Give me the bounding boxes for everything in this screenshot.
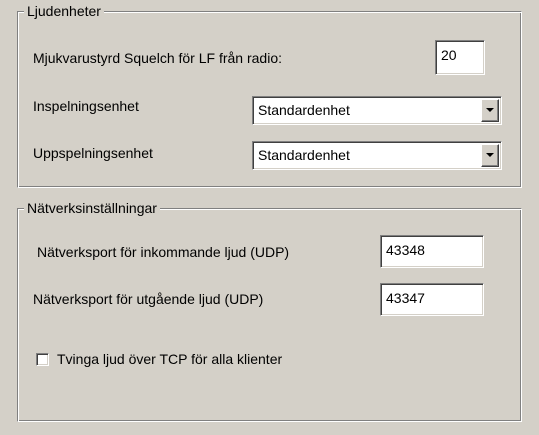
squelch-label: Mjukvarustyrd Squelch för LF från radio: <box>33 50 282 66</box>
squelch-input[interactable]: 20 <box>435 40 485 75</box>
playback-device-value: Standardenhet <box>258 147 350 163</box>
playback-device-dropdown-button[interactable] <box>481 144 499 167</box>
force-tcp-label[interactable]: Tvinga ljud över TCP för alla klienter <box>57 349 282 369</box>
audio-devices-title: Ljudenheter <box>24 2 104 20</box>
chevron-down-icon <box>486 108 494 112</box>
network-settings-title: Nätverksinställningar <box>24 199 160 217</box>
playback-device-label: Uppspelningsenhet <box>33 145 153 161</box>
playback-device-select[interactable]: Standardenhet <box>252 141 502 170</box>
recording-device-dropdown-button[interactable] <box>481 99 499 122</box>
recording-device-value: Standardenhet <box>258 102 350 118</box>
recording-device-label: Inspelningsenhet <box>33 98 139 114</box>
outgoing-port-input[interactable]: 43347 <box>380 283 484 316</box>
incoming-port-label: Nätverksport för inkommande ljud (UDP) <box>37 244 290 260</box>
chevron-down-icon <box>486 153 494 157</box>
force-tcp-checkbox[interactable] <box>36 353 49 366</box>
outgoing-port-label: Nätverksport för utgående ljud (UDP) <box>33 291 264 307</box>
incoming-port-input[interactable]: 43348 <box>380 235 484 268</box>
recording-device-select[interactable]: Standardenhet <box>252 96 502 125</box>
